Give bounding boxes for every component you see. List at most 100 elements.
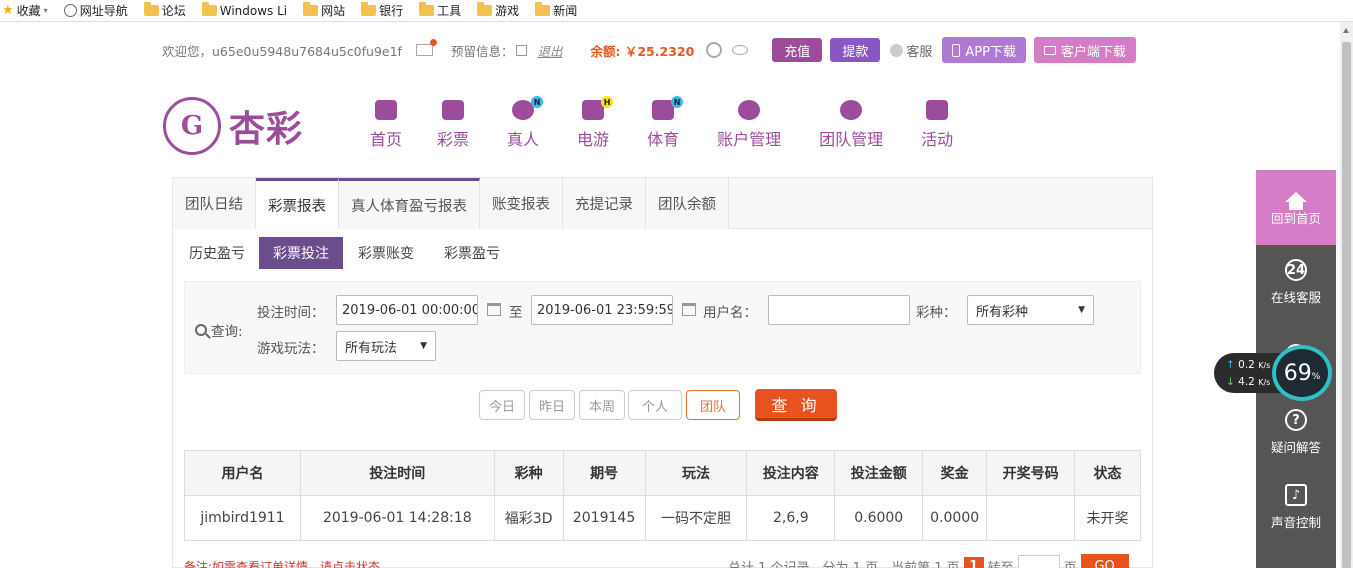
report-subtabs: 历史盈亏 彩票投注 彩票账变 彩票盈亏 xyxy=(175,237,515,269)
calendar-icon[interactable] xyxy=(487,303,501,316)
nav-promotions[interactable]: 活动 xyxy=(921,100,953,155)
message-icon[interactable] xyxy=(415,39,437,56)
table-cell: 2019-06-01 14:28:18 xyxy=(299,495,495,541)
sound-control-button[interactable]: ♪ 声音控制 xyxy=(1256,470,1336,545)
tab-team-daily[interactable]: 团队日结 xyxy=(173,178,256,229)
site-logo[interactable]: G 杏彩 xyxy=(163,96,313,156)
subtab-lottery-pnl[interactable]: 彩票盈亏 xyxy=(429,237,515,269)
tab-team-balance[interactable]: 团队余额 xyxy=(646,178,729,229)
headset-icon: 24 xyxy=(1285,259,1307,281)
tab-balance-change[interactable]: 账变报表 xyxy=(480,178,563,229)
page-input[interactable] xyxy=(1017,555,1060,568)
nav-slots[interactable]: H 电游 xyxy=(577,96,614,155)
hide-balance-icon[interactable] xyxy=(732,45,749,55)
username-input[interactable] xyxy=(768,295,910,325)
column-header: 投注时间 xyxy=(299,450,495,496)
refresh-icon[interactable] xyxy=(706,42,723,58)
table-cell: 2,6,9 xyxy=(746,495,836,541)
monitor-icon xyxy=(1043,45,1056,55)
faq-button[interactable]: ? 疑问解答 xyxy=(1256,395,1336,470)
tab-lottery-report[interactable]: 彩票报表 xyxy=(256,178,339,229)
account-topbar: 欢迎您，u65e0u5948u7684u5c0fu9e1f 预留信息： 退出 余… xyxy=(162,35,1162,65)
withdraw-button[interactable]: 提款 xyxy=(830,38,881,62)
nav-account[interactable]: 账户管理 xyxy=(717,100,781,155)
customer-service-link[interactable]: 客服 xyxy=(890,41,932,60)
column-header: 状态 xyxy=(1074,450,1141,496)
client-download-button[interactable]: 客户端下载 xyxy=(1033,37,1136,63)
folder-icon xyxy=(201,2,217,16)
current-page[interactable]: 1 xyxy=(963,557,984,568)
calendar-icon[interactable] xyxy=(682,303,696,316)
scroll-thumb[interactable] xyxy=(1342,42,1351,568)
bookmarks-bar: ★ 收藏 ▾ 网址导航 论坛 Windows Li 网站 银行 工具 游戏 新闻 xyxy=(0,0,1353,22)
nav-team[interactable]: 团队管理 xyxy=(819,100,883,155)
search-icon xyxy=(195,324,207,336)
query-form: 查询: 投注时间： 2019-06-01 00:00:00 至 2019-06-… xyxy=(184,281,1141,374)
chevron-down-icon: ▾ xyxy=(43,6,48,15)
reserve-info-label: 预留信息： xyxy=(450,43,514,59)
tab-deposit-records[interactable]: 充提记录 xyxy=(563,178,646,229)
tab-live-sports-report[interactable]: 真人体育盈亏报表 xyxy=(339,178,480,229)
bookmark-folder[interactable]: Windows Li xyxy=(201,2,287,18)
query-label: 查询: xyxy=(195,320,243,340)
memory-usage-gauge: 69% xyxy=(1272,345,1332,401)
new-badge: N xyxy=(531,96,544,108)
bookmark-folder[interactable]: 银行 xyxy=(361,2,403,19)
column-header: 奖金 xyxy=(922,450,988,496)
go-button[interactable]: GO xyxy=(1080,554,1129,568)
column-header: 彩种 xyxy=(493,450,564,496)
recharge-button[interactable]: 充值 xyxy=(772,38,823,62)
footer-note: 备注:如需查看订单详情，请点击状态 xyxy=(184,560,381,568)
nav-live[interactable]: N 真人 xyxy=(507,96,544,155)
bookmark-folder[interactable]: 网站 xyxy=(303,2,345,19)
globe-icon xyxy=(63,4,77,17)
online-service-button[interactable]: 24 在线客服 xyxy=(1256,245,1336,320)
column-header: 用户名 xyxy=(184,450,301,496)
home-icon xyxy=(1285,192,1307,210)
network-speed-widget[interactable]: ↑ 0.2 K/s ↓ 4.2 K/s 69% xyxy=(1214,345,1332,401)
column-header: 投注金额 xyxy=(834,450,924,496)
to-label: 至 xyxy=(509,305,523,321)
bets-table: 用户名 投注时间 彩种 期号 玩法 投注内容 投注金额 奖金 开奖号码 状态 j… xyxy=(184,450,1141,541)
balance-text: 余额: ￥25.2320 xyxy=(590,43,695,59)
table-cell: 福彩3D xyxy=(493,495,564,541)
edit-icon[interactable] xyxy=(516,44,528,56)
nav-sports[interactable]: N 体育 xyxy=(647,96,684,155)
subtab-history-pnl[interactable]: 历史盈亏 xyxy=(175,237,259,269)
logo-text: 杏彩 xyxy=(229,108,304,150)
today-button[interactable]: 今日 xyxy=(479,390,525,420)
page-scrollbar[interactable] xyxy=(1340,22,1353,568)
nav-home[interactable]: 首页 xyxy=(370,100,402,155)
bookmark-favorites[interactable]: ★ 收藏 ▾ xyxy=(2,2,48,19)
scroll-up-icon[interactable] xyxy=(1343,28,1349,33)
nav-lottery[interactable]: 彩票 xyxy=(437,100,469,155)
ticket-icon xyxy=(442,100,465,120)
start-time-input[interactable]: 2019-06-01 00:00:00 xyxy=(336,295,478,325)
play-type-label: 游戏玩法： xyxy=(257,341,325,357)
bookmark-folder[interactable]: 工具 xyxy=(419,2,461,19)
subtab-lottery-changes[interactable]: 彩票账变 xyxy=(343,237,429,269)
personal-button[interactable]: 个人 xyxy=(628,390,682,420)
end-time-input[interactable]: 2019-06-01 23:59:59 xyxy=(531,295,673,325)
speaker-icon: ♪ xyxy=(1285,484,1307,506)
bookmark-folder[interactable]: 论坛 xyxy=(143,2,186,19)
table-cell: 一码不定胆 xyxy=(644,495,748,541)
bookmark-folder[interactable]: 新闻 xyxy=(535,2,577,19)
team-icon xyxy=(840,100,863,120)
folder-icon xyxy=(303,2,319,16)
search-button[interactable]: 查 询 xyxy=(755,389,837,421)
logout-link[interactable]: 退出 xyxy=(537,41,562,60)
lottery-type-select[interactable]: 所有彩种 ▼ xyxy=(967,295,1094,325)
status-link[interactable]: 未开奖 xyxy=(1074,495,1141,541)
yesterday-button[interactable]: 昨日 xyxy=(529,390,575,420)
bookmark-folder[interactable]: 游戏 xyxy=(477,2,519,19)
play-type-select[interactable]: 所有玩法 ▼ xyxy=(336,331,436,361)
subtab-lottery-bets[interactable]: 彩票投注 xyxy=(259,237,343,269)
team-button[interactable]: 团队 xyxy=(686,390,740,420)
app-download-button[interactable]: APP下载 xyxy=(942,37,1026,63)
gift-icon xyxy=(926,100,949,120)
bookmark-nav[interactable]: 网址导航 xyxy=(63,2,128,19)
back-home-button[interactable]: 回到首页 xyxy=(1256,170,1336,245)
this-week-button[interactable]: 本周 xyxy=(579,390,625,420)
account-icon xyxy=(738,100,761,120)
